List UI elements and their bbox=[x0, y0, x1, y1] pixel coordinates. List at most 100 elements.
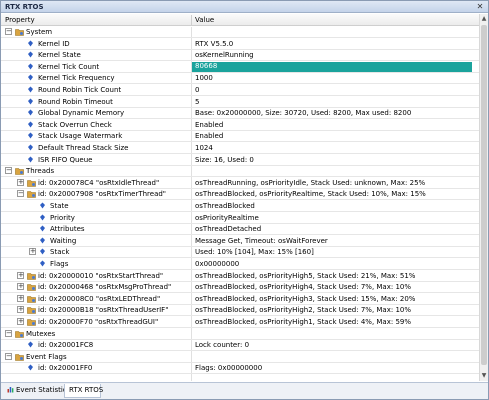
tree-row[interactable]: Kernel Tick Frequency 1000 bbox=[1, 73, 480, 85]
tree-row[interactable]: Waiting Message Get, Timeout: osWaitForev… bbox=[1, 236, 480, 247]
rtx-rtos-window: RTX RTOS ✕ Property Value − System Kernel … bbox=[0, 0, 489, 400]
column-header: Property Value bbox=[1, 14, 480, 26]
collapse-icon[interactable]: − bbox=[5, 352, 12, 360]
scroll-thumb[interactable] bbox=[481, 25, 487, 365]
tab-label: Event Statistics bbox=[16, 386, 71, 394]
folder-icon bbox=[27, 284, 36, 291]
tree-row[interactable]: Default Thread Stack Size 1024 bbox=[1, 143, 480, 154]
folder-icon bbox=[15, 29, 24, 36]
tree-row-label: id: 0x200008C0 "osRtxLEDThread" bbox=[38, 294, 161, 303]
tree-row[interactable]: State osThreadBlocked bbox=[1, 201, 480, 212]
tree-row[interactable]: Round Robin Timeout 5 bbox=[1, 97, 480, 108]
folder-icon bbox=[15, 330, 24, 338]
tree-row-label: State bbox=[50, 202, 69, 210]
tree-row[interactable]: Global Dynamic Memory Base: 0x20000000, S… bbox=[1, 108, 480, 120]
column-divider[interactable] bbox=[191, 15, 192, 25]
tab-rtx-rtos[interactable]: RTX RTOS bbox=[64, 384, 103, 398]
tree-row-value: osThreadRunning, osPriorityIdle, Stack U… bbox=[195, 178, 426, 187]
scroll-up-icon[interactable]: ▲ bbox=[480, 15, 488, 23]
tree-row-label: Mutexes bbox=[26, 329, 56, 338]
tab-strip: Event Statistics RTX RTOS bbox=[1, 382, 488, 399]
tree-row[interactable]: id: 0x20001FF0 Flags: 0x00000000 bbox=[1, 363, 480, 375]
tree-row[interactable]: Stack Overrun Check Enabled bbox=[1, 120, 480, 131]
column-header-value[interactable]: Value bbox=[195, 16, 214, 24]
tree-row-value: osThreadBlocked, osPriorityHigh5, Stack … bbox=[195, 271, 416, 280]
tree-row[interactable]: + id: 0x20000F70 "osRtxThreadGUI" osThread… bbox=[1, 317, 480, 328]
bar-chart-icon bbox=[7, 387, 14, 393]
folder-icon bbox=[27, 319, 36, 326]
property-icon bbox=[28, 156, 33, 163]
property-icon bbox=[28, 63, 33, 70]
tree-row-value: 1000 bbox=[195, 74, 213, 83]
tree-row-value: Flags: 0x00000000 bbox=[195, 364, 263, 373]
tree-row[interactable]: ISR FIFO Queue Size: 16, Used: 0 bbox=[1, 155, 480, 166]
tree-row-value: 0 bbox=[195, 86, 200, 94]
vertical-scrollbar[interactable]: ▲ ▼ bbox=[479, 14, 488, 381]
scroll-down-icon[interactable]: ▼ bbox=[480, 372, 488, 380]
expand-icon[interactable]: + bbox=[17, 271, 24, 279]
collapse-icon[interactable]: − bbox=[5, 167, 12, 175]
tree-row-label: Flags bbox=[50, 260, 69, 268]
tree-row-value: osKernelRunning bbox=[195, 51, 254, 60]
property-icon bbox=[28, 51, 33, 58]
tree-row[interactable]: + Stack Used: 10% [104], Max: 15% [160] bbox=[1, 247, 480, 259]
tree-row-label: Round Robin Timeout bbox=[38, 97, 113, 106]
tree-row-value: Enabled bbox=[195, 132, 224, 141]
tree-row[interactable]: − id: 0x20007908 "osRtxTimerThread" osThre… bbox=[1, 189, 480, 201]
property-icon bbox=[28, 86, 33, 93]
close-icon[interactable]: ✕ bbox=[475, 2, 485, 11]
folder-icon bbox=[27, 295, 36, 303]
tree-row-label: ISR FIFO Queue bbox=[38, 155, 93, 164]
tree-row-value: 80668 bbox=[192, 61, 472, 72]
tab-event-statistics[interactable]: Event Statistics bbox=[3, 384, 70, 398]
tree-row[interactable]: + id: 0x20000B18 "osRtxThreadUserIF" osThr… bbox=[1, 305, 480, 317]
tree-row[interactable]: id: 0x20001FC8 Lock counter: 0 bbox=[1, 340, 480, 352]
tree-row-label: id: 0x20000F70 "osRtxThreadGUI" bbox=[38, 318, 159, 326]
tree-row-value: Enabled bbox=[195, 120, 224, 129]
tree-row-value: osThreadBlocked, osPriorityHigh1, Stack … bbox=[195, 318, 412, 326]
expand-icon[interactable]: + bbox=[17, 294, 24, 302]
expand-icon[interactable]: + bbox=[17, 318, 24, 325]
tree-row[interactable]: Round Robin Tick Count 0 bbox=[1, 85, 480, 96]
tree-row[interactable]: Stack Usage Watermark Enabled bbox=[1, 131, 480, 143]
tree-row[interactable]: Kernel State osKernelRunning bbox=[1, 50, 480, 62]
tree-row-label: Event Flags bbox=[26, 352, 67, 361]
tree-row[interactable]: − Threads bbox=[1, 166, 480, 178]
tree-row[interactable]: + id: 0x20000010 "osRtxStartThread" osThre… bbox=[1, 271, 480, 282]
property-icon bbox=[40, 225, 45, 232]
tree-row-value: Message Get, Timeout: osWaitForever bbox=[195, 236, 328, 245]
folder-icon bbox=[15, 168, 24, 175]
tree-row-value: Size: 16, Used: 0 bbox=[195, 155, 254, 164]
tree-row[interactable]: − Event Flags bbox=[1, 352, 480, 363]
tree-row[interactable]: − Mutexes bbox=[1, 329, 480, 340]
collapse-icon[interactable]: − bbox=[17, 190, 24, 198]
tree-row[interactable]: Kernel ID RTX V5.5.0 bbox=[1, 39, 480, 50]
tree-row-value: osThreadBlocked, osPriorityHigh2, Stack … bbox=[195, 306, 412, 315]
expand-icon[interactable]: + bbox=[17, 283, 24, 291]
tree-row[interactable]: Flags 0x00000000 bbox=[1, 259, 480, 270]
property-icon bbox=[28, 132, 33, 139]
tree-row[interactable]: + id: 0x200078C4 "osRtxIdleThread" osThrea… bbox=[1, 178, 480, 189]
folder-icon bbox=[27, 307, 36, 315]
expand-icon[interactable]: + bbox=[29, 248, 36, 256]
tree-row-label: Kernel Tick Count bbox=[38, 62, 100, 71]
expand-icon[interactable]: + bbox=[17, 306, 24, 314]
tree-row-label: Threads bbox=[26, 167, 55, 176]
property-icon bbox=[28, 109, 33, 116]
tree-row-label: Stack Usage Watermark bbox=[38, 132, 123, 141]
tree-row-label: Waiting bbox=[50, 236, 77, 245]
tree-row-label: Round Robin Tick Count bbox=[38, 86, 122, 94]
collapse-icon[interactable]: − bbox=[5, 28, 12, 35]
tree-row[interactable]: + id: 0x20000468 "osRtxMsgProThread" osThr… bbox=[1, 282, 480, 294]
tree-row-label: Default Thread Stack Size bbox=[38, 144, 129, 152]
tree-row[interactable]: + id: 0x200008C0 "osRtxLEDThread" osThread… bbox=[1, 294, 480, 305]
tree-row-value: osThreadBlocked, osPriorityHigh3, Stack … bbox=[195, 294, 416, 303]
tree-row[interactable]: Attributes osThreadDetached bbox=[1, 224, 480, 236]
collapse-icon[interactable]: − bbox=[5, 329, 12, 337]
tree-row[interactable]: Kernel Tick Count 80668 bbox=[1, 61, 480, 73]
tree-row[interactable]: Priority osPriorityRealtime bbox=[1, 213, 480, 224]
column-header-property[interactable]: Property bbox=[5, 16, 35, 24]
tree-row[interactable]: − System bbox=[1, 27, 480, 38]
expand-icon[interactable]: + bbox=[17, 178, 24, 186]
property-icon bbox=[28, 121, 33, 128]
